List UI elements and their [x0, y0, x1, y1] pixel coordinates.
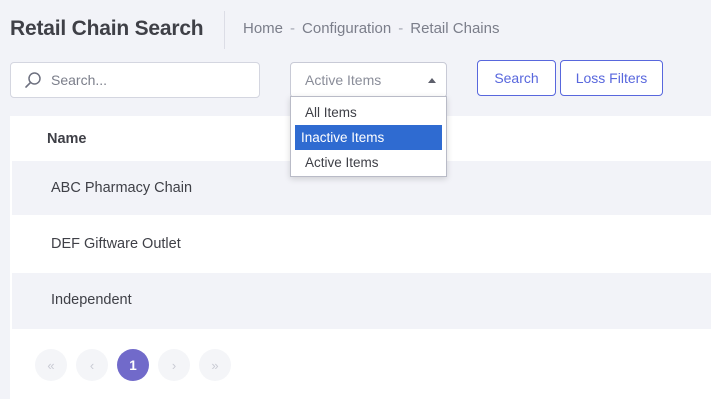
page-title: Retail Chain Search [10, 17, 204, 40]
search-box[interactable] [10, 62, 260, 98]
table-divider [12, 327, 711, 329]
caret-up-icon [428, 78, 436, 83]
option-all-items[interactable]: All Items [295, 100, 442, 125]
first-page-button[interactable]: « [35, 349, 67, 381]
last-page-button[interactable]: » [199, 349, 231, 381]
breadcrumb-separator: - [398, 20, 404, 37]
breadcrumb-configuration[interactable]: Configuration [302, 20, 391, 37]
page-1-button[interactable]: 1 [117, 349, 149, 381]
search-input[interactable] [51, 72, 241, 88]
search-button[interactable]: Search [477, 60, 556, 96]
table-row[interactable]: DEF Giftware Outlet [12, 217, 711, 271]
column-header-name[interactable]: Name [47, 131, 87, 147]
option-inactive-items[interactable]: Inactive Items [295, 125, 442, 150]
next-page-button[interactable]: › [158, 349, 190, 381]
status-dropdown: All Items Inactive Items Active Items [290, 96, 447, 177]
loss-filters-button[interactable]: Loss Filters [560, 60, 663, 96]
status-select-value: Active Items [305, 72, 382, 88]
breadcrumb-home[interactable]: Home [243, 20, 283, 37]
row-name: DEF Giftware Outlet [51, 236, 181, 252]
search-icon [25, 72, 41, 88]
row-name: Independent [51, 292, 132, 308]
option-active-items[interactable]: Active Items [295, 150, 442, 175]
breadcrumb-separator: - [290, 20, 296, 37]
breadcrumb: Home - Configuration - Retail Chains [243, 20, 499, 37]
breadcrumb-retail-chains[interactable]: Retail Chains [410, 20, 499, 37]
status-select[interactable]: Active Items [290, 62, 447, 98]
row-name: ABC Pharmacy Chain [51, 180, 193, 196]
table-row[interactable]: Independent [12, 273, 711, 327]
title-divider [224, 11, 225, 49]
prev-page-button[interactable]: ‹ [76, 349, 108, 381]
pagination: « ‹ 1 › » [35, 349, 231, 381]
